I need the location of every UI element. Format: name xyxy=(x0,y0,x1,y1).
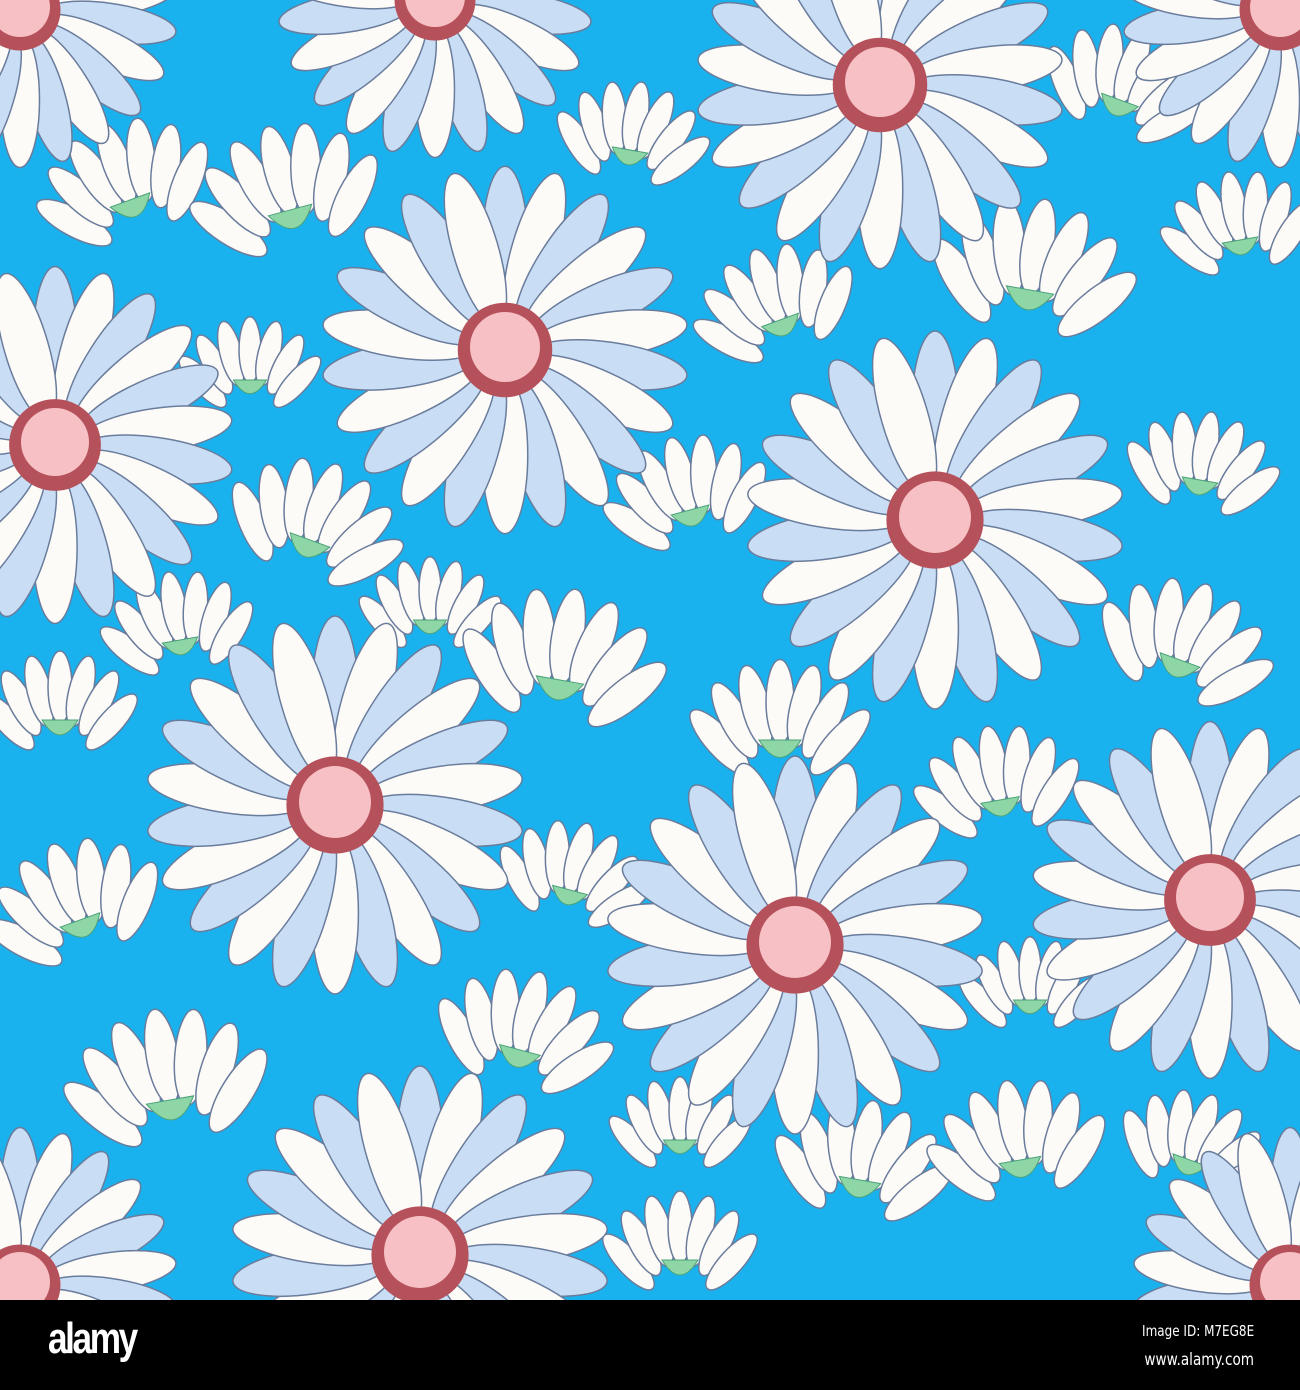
website-label: www.alamy.com xyxy=(1144,1350,1254,1370)
daisy-bud xyxy=(0,650,138,751)
stock-image: alamy Image ID: M7EG8E www.alamy.com xyxy=(0,0,1300,1390)
daisy-bud xyxy=(602,1190,758,1291)
daisy-bud xyxy=(926,1079,1106,1202)
daisy-flower xyxy=(747,330,1123,710)
daisy-flower xyxy=(232,1065,608,1300)
daisy-bud xyxy=(62,1008,268,1148)
watermark-bar: alamy Image ID: M7EG8E www.alamy.com xyxy=(0,1300,1300,1390)
daisy-flower xyxy=(0,1126,177,1300)
daisy-flower xyxy=(278,0,592,159)
daisy-bud xyxy=(437,968,615,1095)
daisy-bud xyxy=(556,81,711,186)
daisy-bud xyxy=(1126,411,1281,516)
daisy-pattern-illustration xyxy=(0,0,1300,1300)
daisy-bud xyxy=(1101,577,1275,707)
daisy-flower xyxy=(147,615,523,995)
image-id-label: Image ID: M7EG8E xyxy=(1141,1322,1254,1340)
daisy-bud xyxy=(1159,171,1300,276)
daisy-flower xyxy=(0,265,233,625)
alamy-logo: alamy xyxy=(48,1314,138,1363)
